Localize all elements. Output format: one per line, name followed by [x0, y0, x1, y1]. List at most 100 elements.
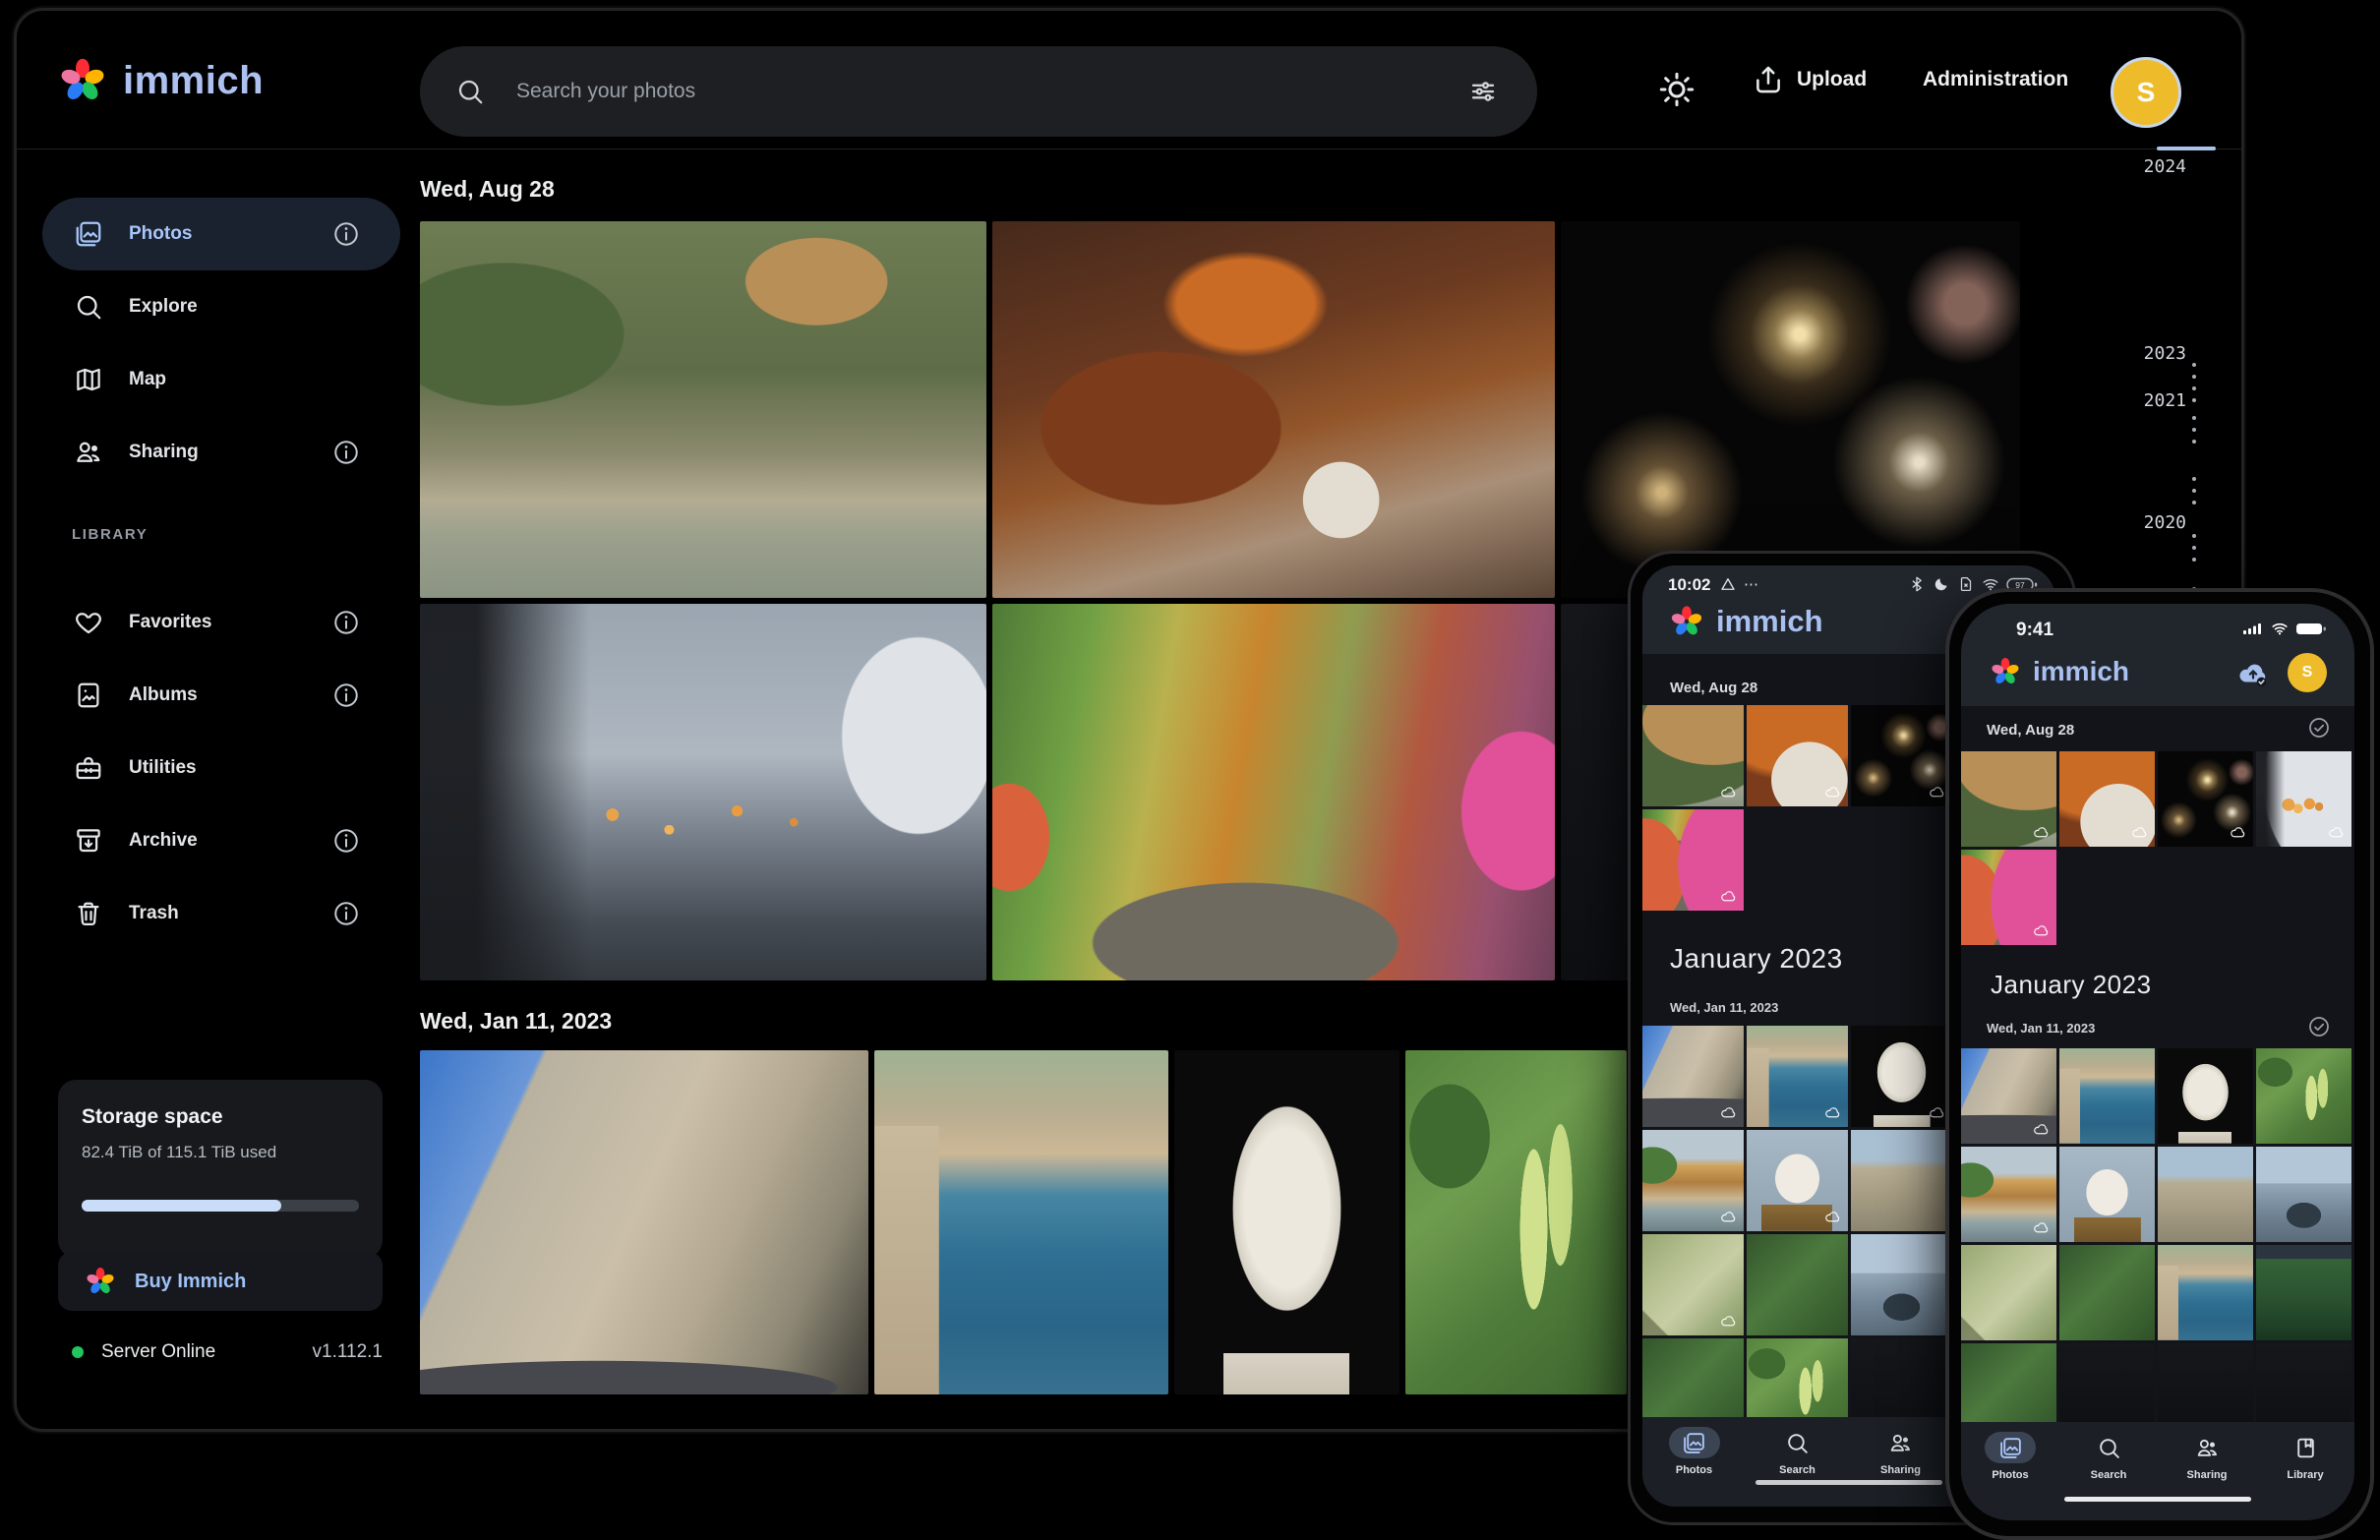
p1-photo-ruin[interactable] [1851, 1130, 1952, 1231]
phone2-bottom-nav: Photos Search Sharing Library [1961, 1422, 2354, 1520]
info-icon[interactable] [331, 438, 361, 467]
p2-photo-tree[interactable] [2256, 1245, 2351, 1340]
sidebar-item-utilities[interactable]: Utilities [42, 732, 400, 804]
cloud-sync-icon [1720, 784, 1737, 800]
p2-photo-ruin[interactable] [2158, 1147, 2253, 1242]
home-indicator[interactable] [1755, 1480, 1942, 1485]
scrubber-year[interactable]: 2021 [2121, 390, 2186, 411]
photo-row [420, 221, 2020, 598]
p2-photo-lizard[interactable] [1961, 1245, 2056, 1340]
info-icon[interactable] [331, 681, 361, 710]
server-status-label: Server Online [101, 1341, 215, 1363]
p2-photo-coast[interactable] [2059, 1048, 2155, 1144]
phone2-user-avatar[interactable]: S [2288, 653, 2327, 692]
upload-button[interactable]: Upload [1752, 11, 1867, 148]
p1-photo-moss[interactable] [1747, 1234, 1848, 1335]
select-all-check-icon[interactable] [2307, 1015, 2331, 1038]
p2-photo-coast-2[interactable] [2158, 1245, 2253, 1340]
sidebar-item-archive[interactable]: Archive [42, 804, 400, 877]
scrubber-position-indicator [2157, 147, 2216, 150]
home-indicator[interactable] [2064, 1497, 2251, 1502]
select-all-check-icon[interactable] [2307, 716, 2331, 740]
photo-coastal-town[interactable] [874, 1050, 1168, 1394]
info-icon[interactable] [329, 1265, 363, 1298]
photo-dinner-table[interactable] [992, 221, 1555, 598]
p1-tab-search[interactable]: Search [1746, 1417, 1849, 1507]
p2-tab-sharing[interactable]: Sharing [2158, 1422, 2256, 1520]
p2-photo-fireworks[interactable] [2158, 751, 2253, 847]
sidebar-item-trash[interactable]: Trash [42, 877, 400, 950]
p1-photo-fortress[interactable] [1642, 1026, 1744, 1127]
p2-photo-berries[interactable] [2256, 1048, 2351, 1144]
photo-holding-hands[interactable] [420, 604, 986, 980]
theme-toggle-button[interactable] [1657, 70, 1696, 109]
scrubber-year[interactable]: 2020 [2121, 512, 2186, 533]
p2-tab-search[interactable]: Search [2059, 1422, 2158, 1520]
info-icon[interactable] [331, 899, 361, 928]
p2-photo-dinner[interactable] [2059, 751, 2155, 847]
p2-tab-photos[interactable]: Photos [1961, 1422, 2059, 1520]
buy-immich-button[interactable]: Buy Immich [58, 1252, 383, 1311]
info-icon[interactable] [331, 219, 361, 249]
cloud-backup-icon[interactable] [2236, 657, 2270, 690]
cloud-sync-icon [1824, 784, 1841, 800]
p1-photo-autumn[interactable] [1642, 809, 1744, 911]
info-icon[interactable] [331, 608, 361, 637]
p2-photo-bust[interactable] [2158, 1048, 2253, 1144]
p1-tab-sharing[interactable]: Sharing [1849, 1417, 1952, 1507]
p1-tab-photos[interactable]: Photos [1642, 1417, 1746, 1507]
p1-photo-cliff[interactable] [1642, 1130, 1744, 1231]
p2-photo-fortress[interactable] [1961, 1048, 2056, 1144]
scrubber-year[interactable]: 2024 [2121, 156, 2186, 177]
search-placeholder: Search your photos [516, 80, 1468, 103]
sidebar-item-map[interactable]: Map [42, 343, 400, 416]
p1-photo-coast[interactable] [1747, 1026, 1848, 1127]
p2-photo-bridge[interactable] [2256, 1147, 2351, 1242]
cloud-sync-icon [1929, 784, 1945, 800]
p1-photo-fireworks[interactable] [1851, 705, 1952, 806]
p2-photo-statue[interactable] [2059, 1147, 2155, 1242]
photo-marble-bust[interactable] [1174, 1050, 1399, 1394]
cloud-sync-icon [2033, 1219, 2050, 1236]
phone2-month-heading: January 2023 [1991, 970, 2152, 1000]
p2-photo-cliff[interactable] [1961, 1147, 2056, 1242]
p1-photo-bust[interactable] [1851, 1026, 1952, 1127]
p2-photo-moss[interactable] [2059, 1245, 2155, 1340]
photo-fortress-wall[interactable] [420, 1050, 868, 1394]
sun-icon [1657, 70, 1696, 109]
sidebar-item-photos[interactable]: Photos [42, 198, 400, 270]
photo-zoo-monkeys[interactable] [420, 221, 986, 598]
p2-photo-zoo[interactable] [1961, 751, 2056, 847]
scrubber-tick-group [2192, 477, 2196, 504]
administration-label: Administration [1923, 68, 2068, 91]
sidebar-item-explore[interactable]: Explore [42, 270, 400, 343]
scrubber-tick-group [2192, 534, 2196, 562]
sidebar-item-albums[interactable]: Albums [42, 659, 400, 732]
immich-logo[interactable]: immich [56, 54, 264, 107]
p1-photo-lizard[interactable] [1642, 1234, 1744, 1335]
avatar-initial: S [2137, 77, 2156, 108]
phone2-photo-row [1961, 1048, 2351, 1144]
cloud-sync-icon [2328, 824, 2345, 841]
p2-photo-autumn[interactable] [1961, 850, 2056, 945]
administration-link[interactable]: Administration [1923, 11, 2068, 148]
app-header: immich Search your photos Upload Adminis… [17, 11, 2241, 149]
sidebar-item-sharing[interactable]: Sharing [42, 416, 400, 489]
info-icon[interactable] [331, 826, 361, 856]
p1-photo-statue[interactable] [1747, 1130, 1848, 1231]
sidebar-item-favorites[interactable]: Favorites [42, 586, 400, 659]
photo-fireworks[interactable] [1561, 221, 2020, 598]
search-filter-icon[interactable] [1468, 77, 1498, 106]
p1-photo-zoo[interactable] [1642, 705, 1744, 806]
cloud-sync-icon [2230, 824, 2246, 841]
p1-photo-dinner[interactable] [1747, 705, 1848, 806]
storage-title: Storage space [82, 1105, 223, 1129]
user-avatar[interactable]: S [2111, 57, 2181, 128]
p1-photo-tower[interactable] [1851, 1234, 1952, 1335]
photo-sea-grapes[interactable] [1405, 1050, 1627, 1394]
p2-tab-library[interactable]: Library [2256, 1422, 2354, 1520]
photo-autumn-path[interactable] [992, 604, 1555, 980]
p2-photo-hands[interactable] [2256, 751, 2351, 847]
scrubber-year[interactable]: 2023 [2121, 343, 2186, 364]
search-input[interactable]: Search your photos [420, 46, 1537, 137]
